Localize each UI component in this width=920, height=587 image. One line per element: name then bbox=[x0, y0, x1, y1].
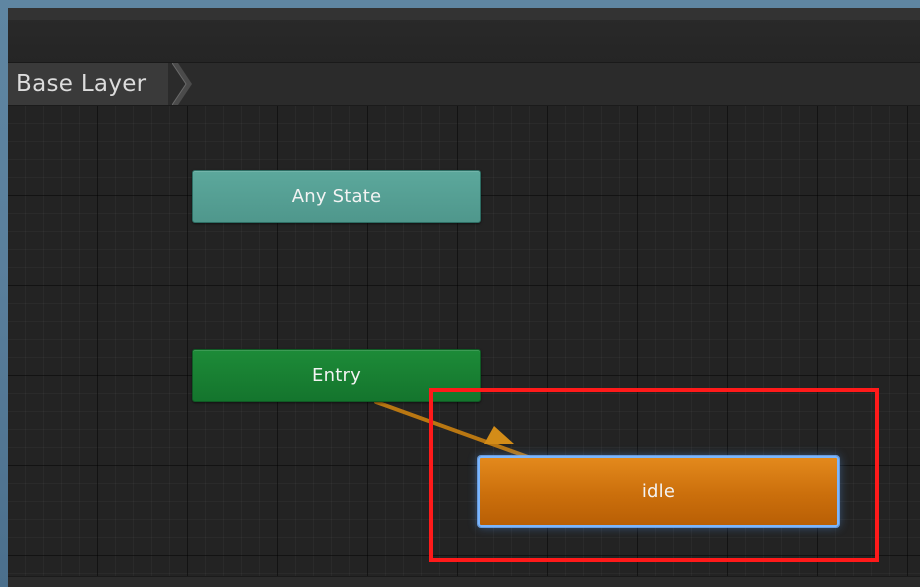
breadcrumb-chevron-icon bbox=[172, 63, 196, 105]
idle-state-node[interactable]: idle bbox=[478, 456, 839, 527]
toolbar-highlight bbox=[8, 8, 920, 20]
any-state-node[interactable]: Any State bbox=[192, 170, 481, 223]
entry-to-idle-transition[interactable] bbox=[374, 400, 530, 459]
state-graph-canvas[interactable]: Any State Entry idle bbox=[8, 106, 920, 576]
idle-label: idle bbox=[641, 481, 676, 502]
entry-node[interactable]: Entry bbox=[192, 349, 481, 402]
animator-window: Base Layer Any State Entry idle bbox=[8, 8, 920, 587]
bottom-bar bbox=[8, 576, 920, 587]
entry-label: Entry bbox=[312, 365, 361, 386]
breadcrumb-base-layer[interactable]: Base Layer bbox=[8, 63, 169, 105]
breadcrumb: Base Layer bbox=[8, 63, 920, 106]
breadcrumb-label: Base Layer bbox=[16, 71, 147, 97]
top-toolbar bbox=[8, 8, 920, 63]
transition-arrow-icon bbox=[484, 426, 514, 444]
any-state-label: Any State bbox=[291, 186, 382, 207]
